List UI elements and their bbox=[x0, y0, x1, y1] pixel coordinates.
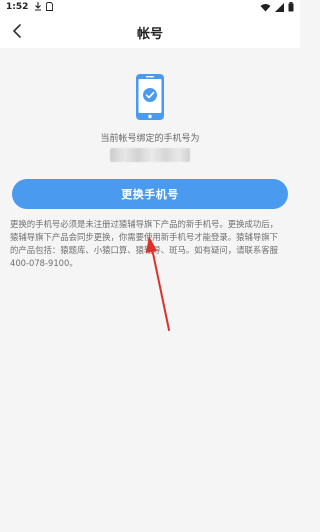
bound-phone-label: 当前帐号绑定的手机号为 bbox=[100, 134, 200, 144]
masked-phone-number bbox=[110, 148, 190, 162]
status-time: 1:52 bbox=[6, 2, 29, 12]
download-icon bbox=[35, 2, 41, 11]
sim-card-icon bbox=[46, 2, 53, 11]
status-left-icons bbox=[34, 2, 53, 11]
battery-icon bbox=[288, 2, 294, 12]
signal-icon bbox=[275, 2, 284, 12]
nav-bar: 帐号 bbox=[0, 14, 300, 48]
change-phone-button[interactable]: 更换手机号 bbox=[12, 179, 288, 209]
status-bar: 1:52 bbox=[0, 0, 300, 14]
status-right-icons bbox=[260, 2, 294, 12]
change-phone-note: 更换的手机号必须是未注册过猿辅导旗下产品的新手机号。更换成功后， 猿辅导旗下产品… bbox=[10, 219, 278, 268]
phone-check-icon bbox=[136, 74, 164, 120]
page-title: 帐号 bbox=[136, 27, 163, 42]
wifi-icon bbox=[260, 3, 271, 11]
